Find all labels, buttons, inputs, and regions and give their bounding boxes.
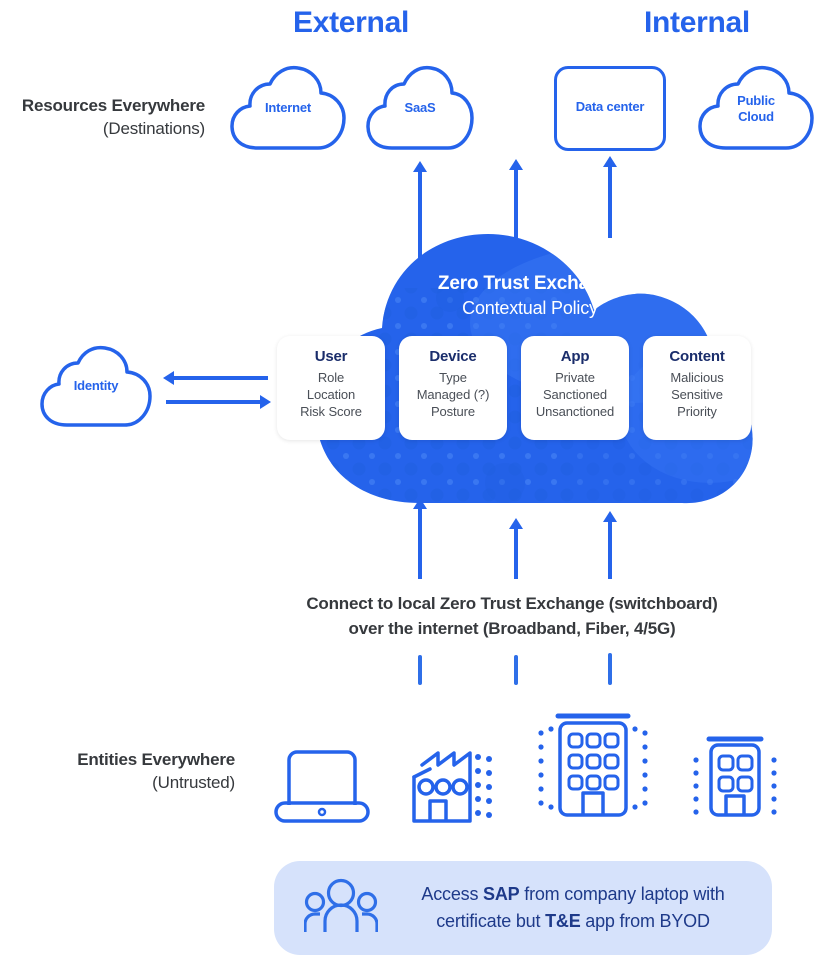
pillar-item: Unsanctioned — [535, 404, 615, 419]
pillar-items-content: Malicious Sensitive Priority — [643, 369, 751, 420]
pillar-card-app[interactable]: App Private Sanctioned Unsanctioned — [521, 336, 629, 440]
arrow-identity-to-exchange — [166, 400, 262, 404]
connector-segment-left — [418, 655, 422, 685]
entity-laptop — [272, 735, 372, 830]
pillar-item: Malicious — [670, 370, 724, 385]
pillar-item: Sensitive — [671, 387, 723, 402]
connector-segment-right — [608, 653, 612, 685]
branch-building-icon — [693, 736, 777, 817]
callout-text: Access SAP from company laptop with cert… — [394, 881, 752, 935]
laptop-icon — [274, 750, 370, 823]
pillar-item: Type — [439, 370, 467, 385]
resource-saas: SaaS — [364, 60, 476, 156]
resource-internet-label: Internet — [264, 100, 312, 115]
pillar-card-content[interactable]: Content Malicious Sensitive Priority — [643, 336, 751, 440]
pillar-card-user[interactable]: User Role Location Risk Score — [277, 336, 385, 440]
resource-datacenter-label: Data center — [575, 99, 645, 114]
public-cloud-line2: Cloud — [738, 109, 774, 124]
row-label-entities-main: Entities Everywhere — [77, 750, 235, 769]
entity-factory — [408, 735, 492, 830]
pillar-item: Private — [555, 370, 595, 385]
column-header-internal: Internal — [644, 6, 750, 39]
pillar-title-user: User — [314, 348, 348, 365]
row-label-entities-sub: (Untrusted) — [152, 773, 235, 792]
connect-line-1: Connect to local Zero Trust Exchange (sw… — [306, 594, 718, 613]
entity-branch-building — [685, 728, 785, 829]
pillar-item: Location — [306, 387, 356, 402]
connect-line-2: over the internet (Broadband, Fiber, 4/5… — [348, 619, 676, 638]
pillar-items-device: Type Managed (?) Posture — [399, 369, 507, 420]
people-group-icon — [303, 878, 379, 939]
pillar-item: Risk Score — [300, 404, 362, 419]
arrow-up-from-branch-mid — [514, 527, 518, 579]
pillar-item: Posture — [430, 404, 476, 419]
pillar-item: Priority — [677, 404, 717, 419]
connector-segment-mid — [514, 655, 518, 685]
arrow-exchange-to-identity — [172, 376, 268, 380]
resource-public-cloud: Public Cloud — [696, 60, 816, 156]
exchange-subtitle: Contextual Policy — [462, 298, 598, 318]
arrow-up-from-branch-right — [608, 520, 612, 579]
entity-office-building — [527, 705, 659, 830]
example-callout-banner: Access SAP from company laptop with cert… — [274, 861, 772, 955]
callout-seg-3: T&E — [545, 911, 581, 931]
pillar-title-content: Content — [669, 348, 725, 365]
identity-label: Identity — [73, 378, 119, 393]
pillar-items-user: Role Location Risk Score — [277, 369, 385, 420]
pillar-title-app: App — [560, 348, 590, 365]
pillar-card-device[interactable]: Device Type Managed (?) Posture — [399, 336, 507, 440]
row-label-resources-main: Resources Everywhere — [21, 96, 205, 115]
public-cloud-line1: Public — [737, 93, 775, 108]
arrow-up-from-branch-left — [418, 507, 422, 579]
pillar-item: Role — [317, 370, 345, 385]
connect-description: Connect to local Zero Trust Exchange (sw… — [232, 591, 792, 641]
callout-seg-4: app from BYOD — [580, 911, 710, 931]
pillar-item: Sanctioned — [542, 387, 608, 402]
office-building-icon — [538, 713, 648, 817]
callout-seg-1: SAP — [483, 884, 520, 904]
identity-provider-cloud: Identity — [38, 340, 154, 432]
row-label-entities: Entities Everywhere (Untrusted) — [0, 748, 235, 794]
row-label-resources-sub: (Destinations) — [102, 119, 205, 138]
callout-seg-0: Access — [421, 884, 484, 904]
exchange-title: Zero Trust Exchange — [437, 273, 623, 294]
column-header-external: External — [293, 6, 409, 39]
resource-internet: Internet — [228, 60, 348, 156]
row-label-resources: Resources Everywhere (Destinations) — [0, 94, 205, 140]
resource-datacenter: Data center — [554, 66, 666, 151]
resource-saas-label: SaaS — [404, 100, 436, 115]
pillar-item: Managed (?) — [416, 387, 490, 402]
factory-icon — [412, 751, 492, 823]
zero-trust-architecture-diagram: External Internal Resources Everywhere (… — [0, 0, 824, 962]
resource-public-cloud-label: Public Cloud — [696, 93, 816, 125]
pillar-title-device: Device — [429, 348, 477, 365]
pillar-items-app: Private Sanctioned Unsanctioned — [521, 369, 629, 420]
